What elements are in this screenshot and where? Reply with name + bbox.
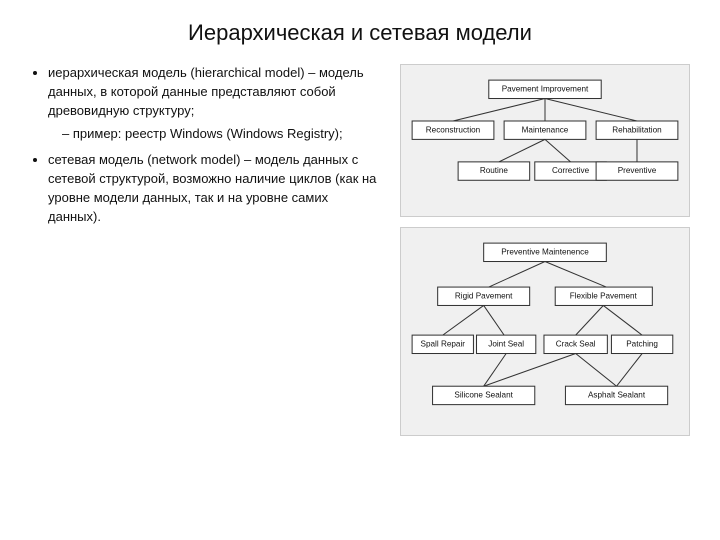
bullet-1-text: иерархическая модель (hierarchical model… (48, 65, 364, 118)
node-asphalt-label: Asphalt Sealant (588, 390, 646, 399)
node-corrective-label: Corrective (552, 166, 590, 175)
node-silicone-label: Silicone Sealant (454, 390, 513, 399)
sub-1-text: пример: реестр Windows (Windows Registry… (73, 126, 343, 141)
node-maintenance-label: Maintenance (522, 125, 569, 134)
sub-list-1: пример: реестр Windows (Windows Registry… (48, 125, 384, 144)
bullet-2-text: сетевая модель (network model) – модель … (48, 152, 376, 224)
diagram-2: Preventive Maintenence Rigid Pavement Fl… (400, 227, 690, 436)
edge-joint-silicone (484, 353, 506, 386)
diagram-1-svg: Pavement Improvement Reconstruction Main… (407, 75, 683, 208)
edge-prev-rigid (489, 261, 545, 287)
node-preventive-label: Preventive (618, 166, 657, 175)
edge-rigid-spall (443, 305, 484, 335)
node-patch-label: Patching (626, 339, 658, 348)
page-title: Иерархическая и сетевая модели (30, 20, 690, 46)
node-joint-label: Joint Seal (488, 339, 524, 348)
node-spall-label: Spall Repair (421, 339, 466, 348)
node-reconstruction-label: Reconstruction (426, 125, 480, 134)
main-content: иерархическая модель (hierarchical model… (30, 64, 690, 436)
node-crack-label: Crack Seal (556, 339, 596, 348)
list-item-1: иерархическая модель (hierarchical model… (48, 64, 384, 143)
edge-flex-patch (603, 305, 642, 335)
edge-patch-asphalt (617, 353, 643, 386)
node-rigid-label: Rigid Pavement (455, 291, 513, 300)
edge-prev-flexible (545, 261, 606, 287)
edge-root-rehab (545, 99, 637, 121)
edge-crack-silicone (484, 353, 576, 386)
node-routine-label: Routine (480, 166, 509, 175)
edge-maint-routine (499, 139, 545, 161)
node-flexible-label: Flexible Pavement (570, 291, 638, 300)
diagrams-column: Pavement Improvement Reconstruction Main… (400, 64, 690, 436)
edge-maint-corrective (545, 139, 571, 161)
edge-root-recon (453, 99, 545, 121)
edge-crack-asphalt (576, 353, 617, 386)
node-root-label: Pavement Improvement (502, 84, 589, 93)
edge-rigid-joint (484, 305, 504, 335)
diagram-1: Pavement Improvement Reconstruction Main… (400, 64, 690, 217)
node-prev-root-label: Preventive Maintenence (501, 247, 589, 256)
sub-item-1: пример: реестр Windows (Windows Registry… (62, 125, 384, 144)
text-column: иерархическая модель (hierarchical model… (30, 64, 384, 436)
list-item-2: сетевая модель (network model) – модель … (48, 151, 384, 226)
edge-flex-crack (576, 305, 604, 335)
node-rehabilitation-label: Rehabilitation (612, 125, 661, 134)
bullet-list: иерархическая модель (hierarchical model… (30, 64, 384, 227)
diagram-2-svg: Preventive Maintenence Rigid Pavement Fl… (407, 238, 683, 427)
